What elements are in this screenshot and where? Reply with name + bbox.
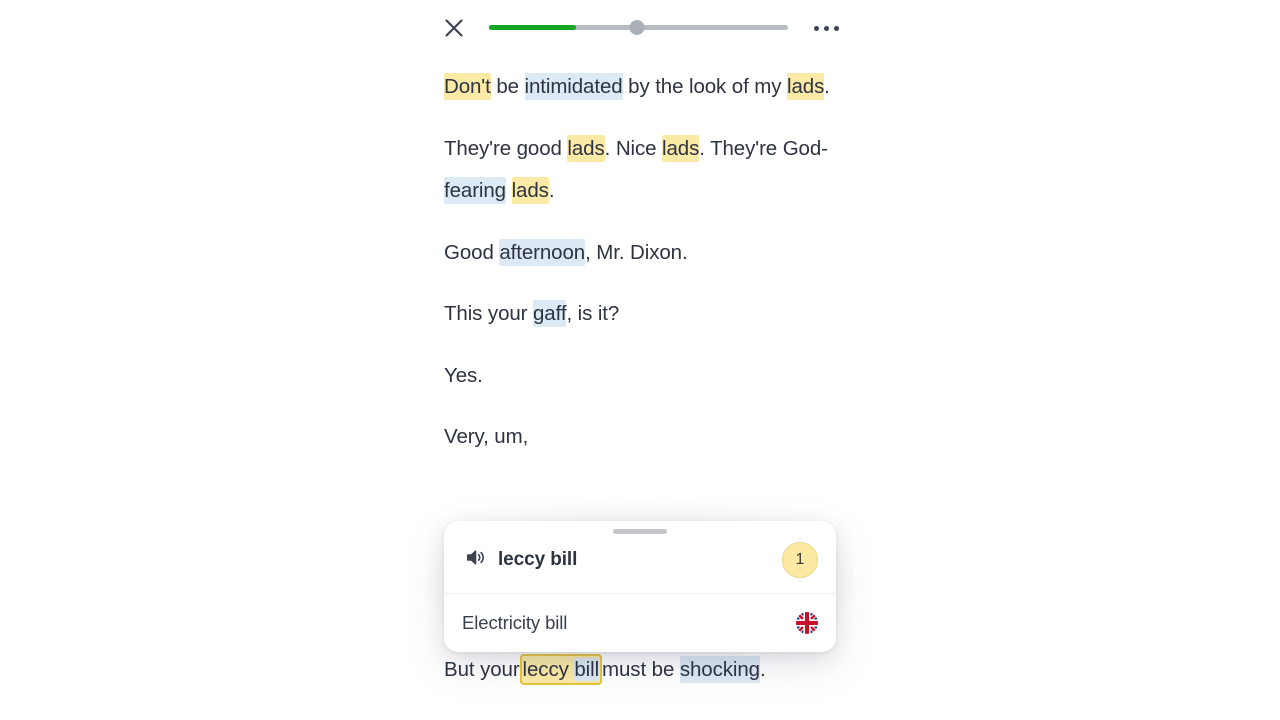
highlight-word[interactable]: afternoon [499,238,585,266]
progress-thumb[interactable] [629,20,645,35]
transcript-text: Good [444,240,500,264]
transcript-text: . [824,75,830,98]
transcript-text: . [548,179,555,202]
transcript-text [506,179,512,202]
card-translation-row: Electricity bill [444,594,836,652]
transcript-text: , is it? [566,302,620,325]
transcript-text: be [490,75,525,98]
transcript-line-3[interactable]: Good afternoon, Mr. Dixon. [444,232,844,275]
play-pronunciation-button[interactable] [462,547,488,573]
transcript-text: . [759,658,766,681]
transcript-text: But your [444,658,520,681]
transcript-text: They're good [444,136,568,160]
definition-popup-card: leccy bill 1 Electricity bill [444,521,836,652]
close-icon [442,16,466,40]
transcript-line-6[interactable]: Very, um, [444,416,844,459]
highlight-word[interactable]: shocking [679,656,760,683]
highlight-word[interactable]: lads [787,73,824,100]
selected-phrase[interactable]: leccy bill [519,654,603,685]
more-options-button[interactable] [806,13,846,43]
card-term: leccy bill [498,549,578,570]
more-horizontal-icon [813,25,839,31]
transcript-line-1[interactable]: Don't be intimidated by the look of my l… [444,66,844,109]
transcript-text: Yes. [444,363,483,387]
transcript-text: must be [602,658,680,681]
transcript-text: This your [444,302,533,325]
transcript-panel: Don't be intimidated by the look of my l… [444,66,844,459]
transcript-text: by the look of my [622,75,788,98]
transcript-line-7[interactable]: But your leccy bill must be shocking. [444,650,864,690]
occurrence-count-badge[interactable]: 1 [782,542,818,578]
speaker-icon [464,546,487,574]
close-button[interactable] [438,12,470,44]
transcript-text: . They're God- [699,136,828,160]
highlight-word[interactable]: bill [574,658,599,681]
app-root: Don't be intimidated by the look of my l… [0,0,1280,720]
card-translation: Electricity bill [462,612,568,633]
transcript-line-4[interactable]: This your gaff, is it? [444,293,844,336]
highlight-word[interactable]: lads [662,134,699,162]
transcript-text: , Mr. Dixon. [585,240,688,264]
card-drag-handle-row[interactable] [444,521,836,535]
highlight-word[interactable]: intimidated [524,73,623,100]
uk-flag-icon[interactable] [796,612,818,634]
card-term-row: leccy bill 1 [444,535,836,593]
drag-handle[interactable] [613,528,667,534]
selected-phrase-part: leccy [522,658,575,681]
transcript-line-5[interactable]: Yes. [444,355,844,398]
progress-fill [489,25,576,30]
transcript-line-2[interactable]: They're good lads. Nice lads. They're Go… [444,128,844,213]
transcript-text: . Nice [604,136,663,160]
player-topbar [0,0,1280,56]
transcript-text: Very, um, [444,425,529,448]
highlight-word[interactable]: gaff [533,300,567,327]
highlight-word[interactable]: fearing [444,177,506,204]
highlight-word[interactable]: Don't [444,73,491,100]
playback-progress-slider[interactable] [489,16,788,40]
highlight-word[interactable]: lads [567,134,605,162]
highlight-word[interactable]: lads [511,177,549,204]
